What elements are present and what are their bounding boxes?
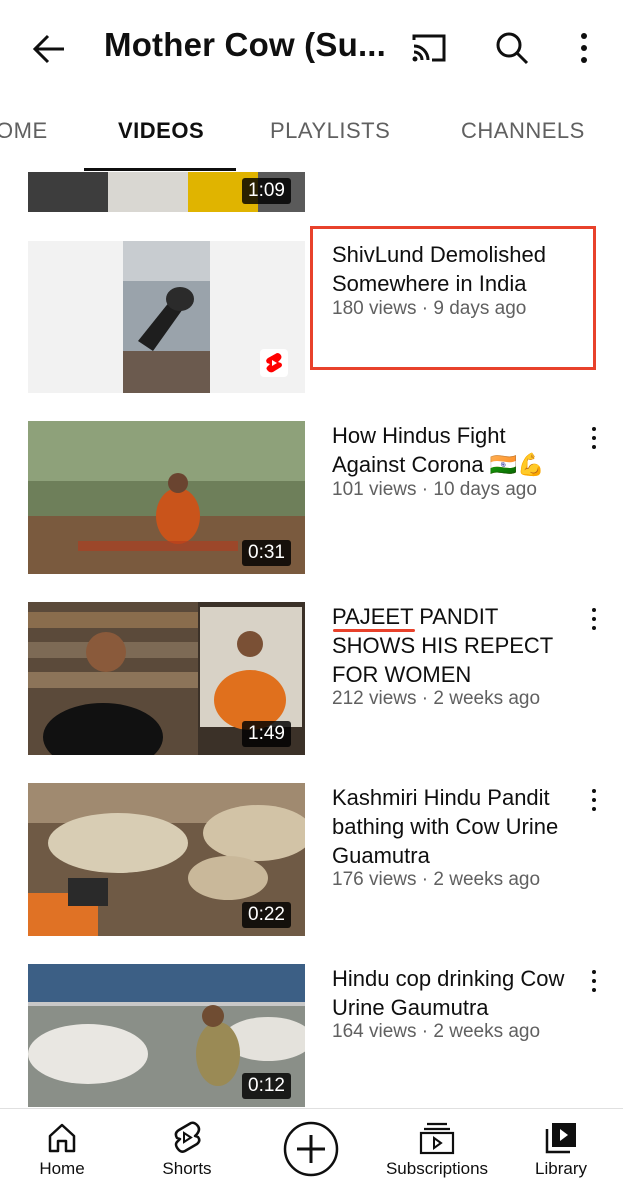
- video-meta: 101 views · 10 days ago: [332, 479, 537, 500]
- nav-shorts[interactable]: Shorts: [147, 1109, 227, 1201]
- video-duration: 0:31: [242, 540, 291, 566]
- video-thumbnail[interactable]: [28, 241, 305, 393]
- nav-label: Library: [535, 1159, 587, 1178]
- nav-home[interactable]: Home: [22, 1109, 102, 1201]
- create-plus-icon: [283, 1121, 339, 1177]
- video-title[interactable]: Hindu cop drinking Cow Urine Gaumutra: [332, 964, 582, 1022]
- search-icon[interactable]: [492, 28, 532, 68]
- video-title[interactable]: How Hindus Fight Against Corona 🇮🇳💪: [332, 421, 582, 479]
- library-icon: [545, 1123, 576, 1154]
- nav-library[interactable]: Library: [521, 1109, 601, 1201]
- red-highlight-box: [310, 226, 596, 370]
- home-icon: [48, 1123, 76, 1153]
- video-duration: 1:09: [242, 178, 291, 204]
- video-duration: 1:49: [242, 721, 291, 747]
- top-app-bar: Mother Cow (Su...: [0, 0, 623, 98]
- video-thumbnail[interactable]: 0:12: [28, 964, 305, 1107]
- nav-subscriptions[interactable]: Subscriptions: [380, 1109, 494, 1201]
- more-options-icon[interactable]: [586, 968, 602, 994]
- video-title[interactable]: Kashmiri Hindu Pandit bathing with Cow U…: [332, 783, 582, 870]
- video-thumbnail[interactable]: 1:49: [28, 602, 305, 755]
- video-meta: 164 views · 2 weeks ago: [332, 1021, 541, 1042]
- video-duration: 0:22: [242, 902, 291, 928]
- tab-playlists[interactable]: PLAYLISTS: [270, 118, 390, 144]
- video-meta: 176 views · 2 weeks ago: [332, 869, 541, 890]
- video-thumbnail[interactable]: 0:31: [28, 421, 305, 574]
- tab-home[interactable]: OME: [0, 118, 48, 144]
- more-options-icon[interactable]: [586, 425, 602, 451]
- nav-label: Home: [39, 1159, 85, 1178]
- nav-create[interactable]: [271, 1109, 351, 1201]
- video-thumbnail[interactable]: 1:09: [28, 172, 305, 212]
- shorts-icon: [174, 1121, 201, 1153]
- back-arrow-icon[interactable]: [28, 28, 70, 70]
- more-options-icon[interactable]: [586, 787, 602, 813]
- active-tab-indicator: [84, 168, 236, 171]
- video-meta: 212 views · 2 weeks ago: [332, 688, 541, 709]
- tab-videos[interactable]: VIDEOS: [118, 118, 204, 144]
- nav-label: Subscriptions: [385, 1159, 489, 1178]
- subscriptions-icon: [419, 1122, 455, 1155]
- bottom-navigation: Home Shorts Subscriptions Library: [0, 1108, 623, 1201]
- more-vertical-icon[interactable]: [572, 28, 596, 68]
- cast-icon[interactable]: [408, 30, 450, 66]
- video-title[interactable]: PAJEET PANDIT SHOWS HIS REPECT FOR WOMEN: [332, 602, 582, 689]
- shorts-icon: [260, 349, 288, 377]
- video-thumbnail[interactable]: 0:22: [28, 783, 305, 936]
- more-options-icon[interactable]: [586, 606, 602, 632]
- tab-channels[interactable]: CHANNELS: [461, 118, 585, 144]
- channel-tabs: OME VIDEOS PLAYLISTS CHANNELS: [0, 98, 623, 172]
- channel-title: Mother Cow (Su...: [104, 26, 387, 63]
- nav-label: Shorts: [162, 1159, 212, 1178]
- video-duration: 0:12: [242, 1073, 291, 1099]
- red-underline-annotation: [333, 629, 415, 632]
